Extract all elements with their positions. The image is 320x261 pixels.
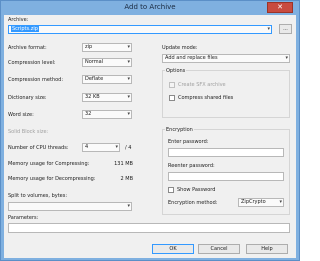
memory-compress-label: Memory usage for Compressing: — [8, 161, 90, 167]
options-group — [162, 70, 290, 118]
compression-method-label: Compression method: — [8, 77, 64, 83]
show-password-checkbox[interactable] — [168, 187, 174, 193]
create-sfx-checkbox[interactable] — [169, 82, 175, 88]
options-group-title: Options — [165, 68, 187, 74]
encryption-method-label: Encryption method: — [168, 200, 218, 206]
compression-level-select[interactable]: Normal ▾ — [82, 58, 132, 67]
compress-shared-label: Compress shared files — [178, 95, 234, 101]
archive-format-select[interactable]: zip ▾ — [82, 43, 132, 52]
reenter-password-label: Reenter password: — [168, 163, 215, 169]
chevron-down-icon: ▾ — [127, 44, 130, 50]
word-size-label: Word size: — [8, 112, 34, 118]
password-label: Enter password: — [168, 139, 209, 145]
solid-block-size-label: Solid Block size: — [8, 129, 49, 135]
dictionary-size-label: Dictionary size: — [8, 95, 47, 101]
compress-shared-checkbox[interactable] — [169, 95, 175, 101]
cpu-threads-label: Number of CPU threads: — [8, 145, 69, 151]
archive-path-combo[interactable]: Scripts.zip ▾ — [8, 25, 272, 34]
dictionary-size-select[interactable]: 32 KB ▾ — [82, 93, 132, 102]
compression-method-select[interactable]: Deflate ▾ — [82, 75, 132, 84]
compression-method-value: Deflate — [85, 76, 104, 82]
archive-label: Archive: — [8, 17, 29, 23]
compression-level-value: Normal — [85, 59, 104, 65]
chevron-down-icon: ▾ — [127, 59, 130, 65]
chevron-down-icon: ▾ — [115, 144, 118, 150]
memory-decompress-value: 2 MB — [120, 176, 133, 182]
close-button[interactable]: ✕ — [267, 2, 293, 13]
memory-decompress-label: Memory usage for Decompressing: — [8, 176, 96, 182]
memory-compress-value: 131 MB — [114, 161, 133, 167]
archive-format-label: Archive format: — [8, 45, 47, 51]
chevron-down-icon: ▾ — [127, 111, 130, 117]
dictionary-size-value: 32 KB — [85, 94, 100, 100]
update-mode-select[interactable]: Add and replace files ▾ — [162, 54, 290, 63]
word-size-select[interactable]: 32 ▾ — [82, 110, 132, 119]
chevron-down-icon: ▾ — [279, 199, 282, 205]
update-mode-value: Add and replace files — [165, 55, 218, 61]
dialog-window: Add to Archive ✕ Archive: Scripts.zip ▾ … — [0, 0, 300, 261]
dialog-body: Archive: Scripts.zip ▾ ... Archive forma… — [4, 15, 296, 258]
compression-level-label: Compression level: — [8, 60, 56, 66]
cpu-threads-select[interactable]: 4 ▾ — [82, 143, 120, 152]
browse-button[interactable]: ... — [279, 24, 292, 34]
window-title: Add to Archive — [124, 3, 176, 11]
cancel-button[interactable]: Cancel — [198, 244, 240, 254]
create-sfx-label: Create SFX archive — [178, 82, 226, 88]
chevron-down-icon: ▾ — [127, 94, 130, 100]
archive-format-value: zip — [85, 44, 93, 50]
encryption-method-value: ZipCrypto — [241, 199, 266, 205]
encryption-method-select[interactable]: ZipCrypto ▾ — [238, 198, 284, 207]
parameters-field[interactable] — [8, 223, 290, 233]
split-volumes-combo[interactable]: ▾ — [8, 202, 132, 211]
word-size-value: 32 — [85, 111, 92, 117]
archive-path-value: Scripts.zip — [11, 26, 39, 32]
update-mode-label: Update mode: — [162, 45, 198, 51]
show-password-label: Show Password — [177, 187, 216, 193]
chevron-down-icon: ▾ — [267, 26, 270, 32]
help-button[interactable]: Help — [246, 244, 288, 254]
cpu-threads-max: / 4 — [125, 145, 132, 151]
ok-button[interactable]: OK — [152, 244, 194, 254]
password-field[interactable] — [168, 148, 284, 157]
cpu-threads-value: 4 — [85, 144, 89, 150]
parameters-label: Parameters: — [8, 215, 39, 221]
chevron-down-icon: ▾ — [127, 203, 130, 209]
reenter-password-field[interactable] — [168, 172, 284, 181]
title-bar[interactable]: Add to Archive ✕ — [1, 1, 299, 15]
chevron-down-icon: ▾ — [127, 76, 130, 82]
encryption-group-title: Encryption — [165, 127, 194, 133]
chevron-down-icon: ▾ — [285, 55, 288, 61]
split-volumes-label: Split to volumes, bytes: — [8, 193, 68, 199]
